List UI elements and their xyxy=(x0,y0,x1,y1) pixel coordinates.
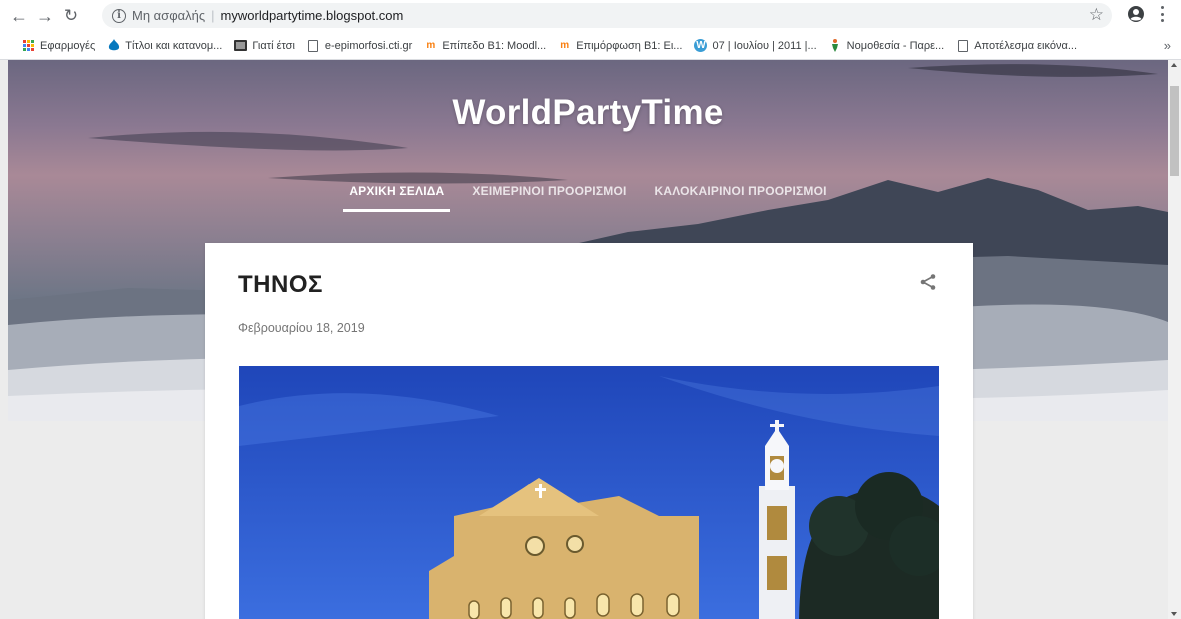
page-viewport: WorldPartyTime ΑΡΧΙΚΗ ΣΕΛΙΔΑ ΧΕΙΜΕΡΙΝΟΙ … xyxy=(0,60,1168,619)
main-nav: ΑΡΧΙΚΗ ΣΕΛΙΔΑ ΧΕΙΜΕΡΙΝΟΙ ΠΡΟΟΡΙΣΜΟΙ ΚΑΛΟ… xyxy=(8,184,1168,212)
bookmark-star-icon[interactable]: ☆ xyxy=(1089,5,1104,25)
moodle-icon: m xyxy=(426,40,436,51)
browser-toolbar: ← → ↻ i Μη ασφαλής | myworldpartytime.bl… xyxy=(0,0,1181,32)
url-separator: | xyxy=(211,8,215,23)
bookmark-titles[interactable]: Τίτλοι και κατανομ... xyxy=(107,39,222,52)
bookmark-epimorfosi[interactable]: e-epimorfosi.cti.gr xyxy=(307,39,412,52)
figure-icon xyxy=(829,39,842,52)
share-icon[interactable] xyxy=(919,273,937,291)
bookmark-moodle-b1[interactable]: m Επίπεδο Β1: Moodl... xyxy=(424,39,546,52)
forward-arrow-icon[interactable]: → xyxy=(32,3,58,29)
bookmark-label: Εφαρμογές xyxy=(40,39,96,52)
scroll-down-arrow-icon[interactable] xyxy=(1171,612,1177,616)
bookmark-label: Επιμόρφωση Β1: Ει... xyxy=(576,39,683,52)
bookmark-label: Γιατί έτσι xyxy=(252,39,295,52)
church-at-night-image[interactable] xyxy=(239,366,939,619)
post-title[interactable]: ΤΗΝΟΣ xyxy=(238,271,323,299)
bookmarks-bar: Εφαρμογές Τίτλοι και κατανομ... Γιατί έτ… xyxy=(0,32,1181,60)
bookmark-label: Αποτέλεσμα εικόνα... xyxy=(974,39,1078,52)
wordpress-icon: W xyxy=(694,39,708,52)
scrollbar-thumb[interactable] xyxy=(1170,86,1179,176)
drupal-icon xyxy=(107,39,120,52)
bookmark-label: Τίτλοι και κατανομ... xyxy=(125,39,223,52)
bookmark-label: Νομοθεσία - Παρε... xyxy=(846,39,945,52)
security-label: Μη ασφαλής xyxy=(132,8,206,23)
bookmark-wordpress[interactable]: W 07 | Ιουλίου | 2011 |... xyxy=(694,39,817,52)
bookmark-epimorfosi-b1[interactable]: m Επιμόρφωση Β1: Ει... xyxy=(558,39,682,52)
apps-icon xyxy=(22,39,35,52)
bookmark-label: 07 | Ιουλίου | 2011 |... xyxy=(712,39,817,52)
reload-icon[interactable]: ↻ xyxy=(58,3,84,29)
film-icon xyxy=(234,39,248,52)
tab-winter-destinations[interactable]: ΧΕΙΜΕΡΙΝΟΙ ΠΡΟΟΡΙΣΜΟΙ xyxy=(472,184,626,212)
page-icon xyxy=(307,39,320,52)
bookmark-apps[interactable]: Εφαρμογές xyxy=(22,39,95,52)
address-bar[interactable]: i Μη ασφαλής | myworldpartytime.blogspot… xyxy=(102,3,1112,28)
page-icon xyxy=(956,39,969,52)
vertical-scrollbar[interactable] xyxy=(1168,60,1181,619)
bookmark-label: e-epimorfosi.cti.gr xyxy=(324,39,413,52)
moodle-icon: m xyxy=(560,40,570,51)
url-text[interactable]: myworldpartytime.blogspot.com xyxy=(221,8,404,23)
bookmark-apotelesma[interactable]: Αποτέλεσμα εικόνα... xyxy=(956,39,1077,52)
tab-home[interactable]: ΑΡΧΙΚΗ ΣΕΛΙΔΑ xyxy=(343,184,451,212)
post-card: ΤΗΝΟΣ Φεβρουαρίου 18, 2019 xyxy=(205,243,973,619)
post-date: Φεβρουαρίου 18, 2019 xyxy=(238,321,365,335)
scroll-up-arrow-icon[interactable] xyxy=(1171,63,1177,67)
blog-title[interactable]: WorldPartyTime xyxy=(8,93,1168,133)
bookmark-nomothesia[interactable]: Νομοθεσία - Παρε... xyxy=(829,39,945,52)
info-icon[interactable]: i xyxy=(112,8,126,23)
bookmark-label: Επίπεδο Β1: Moodl... xyxy=(442,39,547,52)
tab-summer-destinations[interactable]: ΚΑΛΟΚΑΙΡΙΝΟΙ ΠΡΟΟΡΙΣΜΟΙ xyxy=(655,184,827,212)
back-arrow-icon[interactable]: ← xyxy=(6,3,32,29)
bookmark-giati-etsi[interactable]: Γιατί έτσι xyxy=(234,39,295,52)
more-bookmarks-icon[interactable]: » xyxy=(1164,38,1171,53)
profile-icon[interactable] xyxy=(1127,5,1145,23)
menu-dots-icon[interactable] xyxy=(1160,6,1164,22)
